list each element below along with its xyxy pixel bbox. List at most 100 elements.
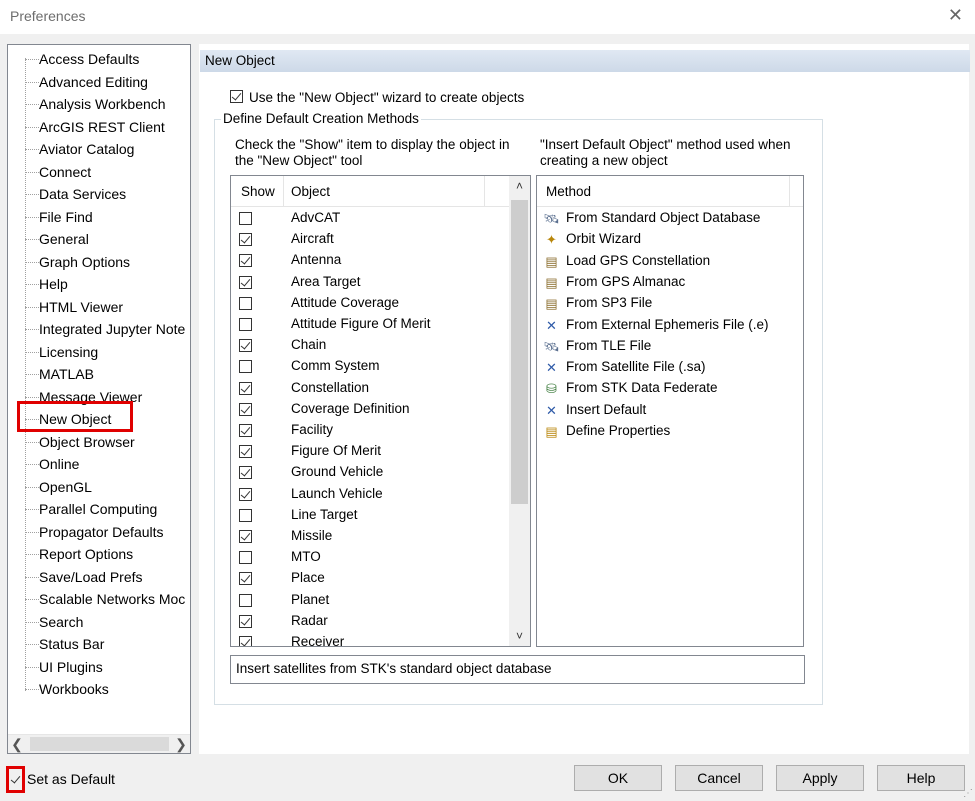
show-checkbox[interactable] xyxy=(239,424,252,437)
show-checkbox[interactable] xyxy=(239,318,252,331)
object-row[interactable]: Comm System xyxy=(231,356,509,377)
show-checkbox[interactable] xyxy=(239,636,252,646)
preferences-tree[interactable]: Access Defaults Advanced Editing Analysis … xyxy=(7,44,191,754)
tree-item-save-load-prefs[interactable]: Save/Load Prefs xyxy=(8,566,190,588)
tree-horizontal-scrollbar[interactable]: ❮ ❯ xyxy=(8,734,190,753)
show-checkbox[interactable] xyxy=(239,614,252,628)
column-method[interactable]: Method xyxy=(546,184,591,199)
object-name: Constellation xyxy=(291,379,370,395)
show-checkbox[interactable] xyxy=(239,593,252,607)
tree-item-file-find[interactable]: File Find xyxy=(8,206,190,228)
cancel-button[interactable]: Cancel xyxy=(675,765,763,791)
scroll-down-icon[interactable]: ˅ xyxy=(509,629,530,643)
show-checkbox[interactable] xyxy=(239,508,252,522)
object-row[interactable]: Line Target xyxy=(231,505,509,526)
object-row[interactable]: Launch Vehicle xyxy=(231,484,509,505)
object-row[interactable]: Missile xyxy=(231,526,509,547)
object-row[interactable]: MTO xyxy=(231,547,509,568)
object-row[interactable]: Coverage Definition xyxy=(231,399,509,420)
show-checkbox[interactable] xyxy=(239,445,252,459)
method-instructions: "Insert Default Object" method used when… xyxy=(540,137,791,168)
show-checkbox[interactable] xyxy=(239,530,252,543)
show-checkbox[interactable] xyxy=(239,381,252,395)
column-show[interactable]: Show xyxy=(241,184,275,199)
show-checkbox[interactable] xyxy=(239,551,252,565)
wizard-checkbox[interactable] xyxy=(230,90,244,104)
object-row[interactable]: Place xyxy=(231,568,509,589)
ok-button[interactable]: OK xyxy=(574,765,662,791)
object-row[interactable]: Facility xyxy=(231,420,509,441)
object-row[interactable]: Radar xyxy=(231,611,509,632)
object-row[interactable]: AdvCAT xyxy=(231,208,509,229)
tree-item-search[interactable]: Search xyxy=(8,611,190,633)
column-object[interactable]: Object xyxy=(291,184,330,199)
show-checkbox[interactable] xyxy=(239,360,252,374)
object-row[interactable]: Antenna xyxy=(231,250,509,271)
checkbox-check-icon[interactable] xyxy=(230,90,243,103)
tree-item-aviator-catalog[interactable]: Aviator Catalog xyxy=(8,138,190,160)
tree-item-matlab[interactable]: MATLAB xyxy=(8,363,190,385)
checkbox-check-icon[interactable] xyxy=(10,774,23,787)
show-checkbox[interactable] xyxy=(239,466,252,480)
tree-item-workbooks[interactable]: Workbooks xyxy=(8,678,190,700)
tree-item-licensing[interactable]: Licensing xyxy=(8,341,190,363)
tree-item-propagator-defaults[interactable]: Propagator Defaults xyxy=(8,521,190,543)
tree-item-parallel-computing[interactable]: Parallel Computing xyxy=(8,498,190,520)
tree-item-opengl[interactable]: OpenGL xyxy=(8,476,190,498)
tree-item-label: Graph Options xyxy=(39,253,131,270)
tree-item-access-defaults[interactable]: Access Defaults xyxy=(8,48,190,70)
tree-item-html-viewer[interactable]: HTML Viewer xyxy=(8,296,190,318)
object-row[interactable]: Aircraft xyxy=(231,229,509,250)
column-separator[interactable] xyxy=(789,176,790,206)
set-default-label: Set as Default xyxy=(27,771,115,787)
tree-item-report-options[interactable]: Report Options xyxy=(8,543,190,565)
resize-grip-icon[interactable]: ⋰ xyxy=(963,788,973,799)
show-checkbox[interactable] xyxy=(239,233,252,247)
tree-item-ui-plugins[interactable]: UI Plugins xyxy=(8,656,190,678)
tree-item-object-browser[interactable]: Object Browser xyxy=(8,431,190,453)
tree-item-arcgis-rest-client[interactable]: ArcGIS REST Client xyxy=(8,116,190,138)
object-row[interactable]: Receiver xyxy=(231,632,509,646)
scrollbar-thumb[interactable] xyxy=(30,737,169,751)
tree-item-connect[interactable]: Connect xyxy=(8,161,190,183)
scroll-left-icon[interactable]: ❮ xyxy=(8,735,26,753)
tree-item-scalable-networks-moc[interactable]: Scalable Networks Moc xyxy=(8,588,190,610)
object-row[interactable]: Area Target xyxy=(231,272,509,293)
close-icon[interactable]: ✕ xyxy=(948,5,963,26)
object-row[interactable]: Chain xyxy=(231,335,509,356)
set-default-checkbox[interactable] xyxy=(6,766,25,793)
method-list[interactable]: Method 🛰 From Standard Object Database ✦ Or… xyxy=(536,175,804,647)
scrollbar-thumb[interactable] xyxy=(511,200,528,504)
tree-item-graph-options[interactable]: Graph Options xyxy=(8,251,190,273)
object-row[interactable]: Figure Of Merit xyxy=(231,441,509,462)
object-row[interactable]: Attitude Figure Of Merit xyxy=(231,314,509,335)
object-row[interactable]: Attitude Coverage xyxy=(231,293,509,314)
show-checkbox[interactable] xyxy=(239,339,252,353)
object-row[interactable]: Planet xyxy=(231,590,509,611)
tree-item-status-bar[interactable]: Status Bar xyxy=(8,633,190,655)
tree-item-general[interactable]: General xyxy=(8,228,190,250)
scroll-right-icon[interactable]: ❯ xyxy=(172,735,190,753)
scroll-up-icon[interactable]: ˄ xyxy=(509,179,530,193)
tree-item-integrated-jupyter-note[interactable]: Integrated Jupyter Note xyxy=(8,318,190,340)
help-button[interactable]: Help xyxy=(877,765,965,791)
column-separator[interactable] xyxy=(484,176,485,206)
show-checkbox[interactable] xyxy=(239,254,252,268)
show-checkbox[interactable] xyxy=(239,212,252,225)
apply-button[interactable]: Apply xyxy=(776,765,864,791)
object-row[interactable]: Constellation xyxy=(231,378,509,399)
tree-item-online[interactable]: Online xyxy=(8,453,190,475)
tree-item-analysis-workbench[interactable]: Analysis Workbench xyxy=(8,93,190,115)
show-checkbox[interactable] xyxy=(239,572,252,586)
object-list[interactable]: Show Object AdvCAT Aircraft Antenna Area Ta… xyxy=(230,175,531,647)
show-checkbox[interactable] xyxy=(239,296,252,310)
show-checkbox[interactable] xyxy=(239,402,252,416)
tree-item-data-services[interactable]: Data Services xyxy=(8,183,190,205)
object-row[interactable]: Ground Vehicle xyxy=(231,462,509,483)
object-list-scrollbar[interactable]: ˄ ˅ xyxy=(509,176,530,646)
tree-item-advanced-editing[interactable]: Advanced Editing xyxy=(8,71,190,93)
show-checkbox[interactable] xyxy=(239,275,252,289)
tree-item-help[interactable]: Help xyxy=(8,273,190,295)
column-separator[interactable] xyxy=(283,176,284,206)
show-checkbox[interactable] xyxy=(239,487,252,501)
